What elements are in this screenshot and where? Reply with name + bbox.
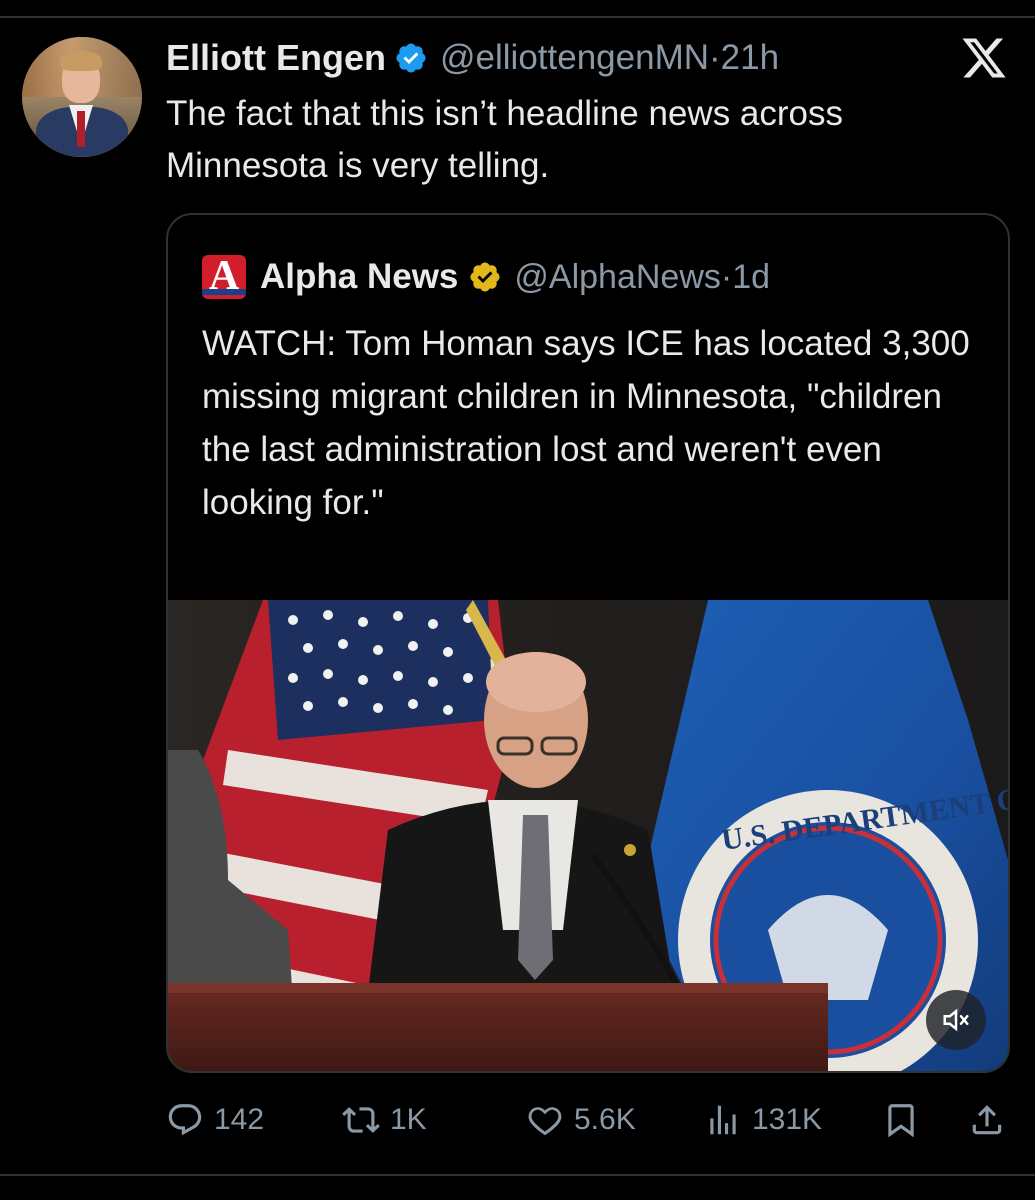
view-count: 131K [752,1103,823,1136]
verified-badge-icon [394,41,428,75]
views-button[interactable]: 131K [704,1092,822,1148]
quoted-tweet-card[interactable]: A Alpha News @AlphaNews·1d WATCH: Tom Ho… [166,213,1010,1073]
quoted-separator-dot: · [720,257,733,296]
repost-count: 1K [390,1103,427,1136]
share-button[interactable] [968,1092,1006,1148]
bottom-divider [0,1174,1035,1176]
quoted-time: 1d [732,257,771,296]
quoted-author-name[interactable]: Alpha News [260,257,458,297]
reply-icon [166,1101,204,1139]
speaker-muted-icon[interactable] [926,990,986,1050]
bookmark-icon [882,1101,920,1139]
like-button[interactable]: 5.6K [526,1092,636,1148]
bookmark-button[interactable] [882,1092,920,1148]
like-count: 5.6K [574,1103,636,1136]
tweet-text: The fact that this isn’t headline news a… [166,94,844,185]
share-icon [968,1101,1006,1139]
gold-verified-badge-icon [468,260,502,294]
tweet-action-bar: 142 1K 5.6K 131K [166,1092,1016,1148]
avatar-hair [60,51,102,71]
author-name[interactable]: Elliott Engen [166,37,386,79]
reply-count: 142 [214,1103,265,1136]
reply-button[interactable]: 142 [166,1092,264,1148]
repost-icon [342,1101,380,1139]
video-player[interactable]: U.S. DEPARTMENT O [168,600,1008,1071]
x-logo-icon [960,34,1008,82]
quoted-author-line: A Alpha News @AlphaNews·1d [202,255,770,299]
tweet-author-line: Elliott Engen @elliottengenMN·21h [166,36,779,80]
video-frame: U.S. DEPARTMENT O [168,600,1008,1071]
podium [168,983,828,1071]
tweet-time[interactable]: 21h [721,38,779,77]
views-chart-icon [704,1101,742,1139]
alpha-news-logo: A [202,255,246,299]
logo-stripe [202,289,246,295]
top-divider [0,16,1035,18]
repost-button[interactable]: 1K [342,1092,427,1148]
heart-icon [526,1101,564,1139]
separator-dot: · [709,38,721,77]
quoted-handle-text: @AlphaNews [514,257,721,296]
quoted-handle[interactable]: @AlphaNews·1d [514,258,770,297]
avatar-tie [77,111,85,147]
avatar[interactable] [22,37,142,157]
author-handle[interactable]: @elliottengenMN·21h [440,38,779,78]
handle-text: @elliottengenMN [440,38,709,77]
quoted-tweet-text: WATCH: Tom Homan says ICE has located 3,… [202,324,970,522]
